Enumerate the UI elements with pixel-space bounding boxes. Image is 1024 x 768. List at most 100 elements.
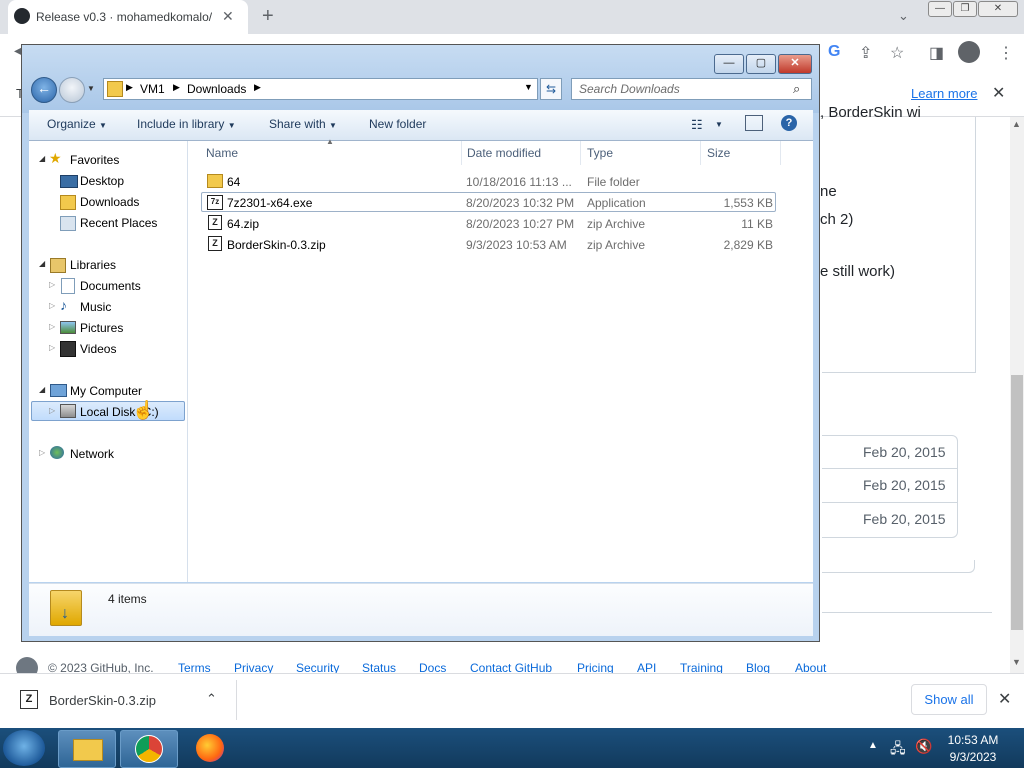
column-header-name[interactable]: Name xyxy=(206,146,238,160)
clock-time[interactable]: 10:53 AM xyxy=(936,733,1010,747)
recent-places-icon xyxy=(60,216,76,231)
share-icon[interactable]: ⇪ xyxy=(859,43,872,63)
organize-button[interactable]: Organize ▼ xyxy=(47,117,107,131)
shelf-close-icon[interactable]: ✕ xyxy=(998,689,1011,709)
share-with-button[interactable]: Share with ▼ xyxy=(269,117,337,131)
forward-button[interactable] xyxy=(59,77,85,103)
preview-pane-icon[interactable] xyxy=(745,115,763,131)
expand-arrow-icon[interactable]: ◢ xyxy=(39,385,45,394)
collapse-arrow-icon[interactable]: ▷ xyxy=(49,343,55,352)
collapse-arrow-icon[interactable]: ▷ xyxy=(49,406,55,415)
nav-music[interactable]: Music xyxy=(80,300,111,314)
side-panel-icon[interactable]: ◨ xyxy=(929,43,944,63)
nav-libraries[interactable]: Libraries xyxy=(70,258,116,272)
tab-close-icon[interactable]: ✕ xyxy=(222,8,234,25)
nav-network[interactable]: Network xyxy=(70,447,114,461)
folder-icon xyxy=(73,739,103,761)
tab-title[interactable]: Release v0.3 · mohamedkomalo/BorderSkin xyxy=(36,10,212,24)
column-separator[interactable] xyxy=(461,141,462,165)
collapse-arrow-icon[interactable]: ▷ xyxy=(49,280,55,289)
google-lens-icon[interactable]: G xyxy=(828,43,840,61)
details-pane xyxy=(29,583,813,636)
collapse-arrow-icon[interactable]: ▷ xyxy=(49,301,55,310)
hand-cursor-icon: ☝ xyxy=(132,400,155,420)
bookmark-star-icon[interactable]: ☆ xyxy=(890,43,904,63)
include-in-library-button[interactable]: Include in library ▼ xyxy=(137,117,236,131)
tray-expand-icon[interactable]: ▲ xyxy=(868,740,878,751)
profile-avatar[interactable] xyxy=(958,41,980,63)
collapse-arrow-icon[interactable]: ▷ xyxy=(49,322,55,331)
explorer-close-button[interactable]: ✕ xyxy=(778,54,812,74)
taskbar-explorer-button[interactable] xyxy=(58,730,116,768)
file-name: 7z2301-x64.exe xyxy=(227,196,313,210)
help-icon[interactable]: ? xyxy=(781,115,797,131)
close-window-button[interactable]: ✕ xyxy=(978,1,1018,17)
column-separator[interactable] xyxy=(700,141,701,165)
column-header-size[interactable]: Size xyxy=(707,146,730,160)
breadcrumb-chevron-icon[interactable]: ▶ xyxy=(254,82,261,93)
nav-favorites[interactable]: Favorites xyxy=(70,153,119,167)
file-type: Application xyxy=(587,196,646,210)
scroll-up-icon[interactable]: ▲ xyxy=(1012,119,1021,129)
breadcrumb-item[interactable]: Downloads xyxy=(187,82,246,96)
breadcrumb-item[interactable]: VM1 xyxy=(140,82,165,96)
expand-arrow-icon[interactable]: ◢ xyxy=(39,259,45,268)
network-tray-icon[interactable]: 🖧 xyxy=(890,738,906,762)
change-view-icon[interactable]: ☷ xyxy=(691,117,703,133)
clock-date[interactable]: 9/3/2023 xyxy=(936,750,1010,764)
breadcrumb-chevron-icon[interactable]: ▶ xyxy=(173,82,180,93)
tab-search-chevron-icon[interactable]: ⌄ xyxy=(898,8,909,24)
column-header-date[interactable]: Date modified xyxy=(467,146,541,160)
documents-icon xyxy=(61,278,75,294)
file-date: 9/3/2023 10:53 AM xyxy=(466,238,567,252)
file-type: zip Archive xyxy=(587,217,646,231)
minimize-button[interactable]: — xyxy=(928,1,952,17)
infobar-close-icon[interactable]: ✕ xyxy=(992,83,1005,103)
column-separator[interactable] xyxy=(580,141,581,165)
restore-button[interactable]: ❐ xyxy=(953,1,977,17)
release-text-line: ne xyxy=(820,183,837,200)
explorer-maximize-button[interactable]: ▢ xyxy=(746,54,776,74)
expand-arrow-icon[interactable]: ◢ xyxy=(39,154,45,163)
scroll-down-icon[interactable]: ▼ xyxy=(1012,657,1021,667)
new-folder-button[interactable]: New folder xyxy=(369,117,426,131)
nav-documents[interactable]: Documents xyxy=(80,279,141,293)
nav-my-computer[interactable]: My Computer xyxy=(70,384,142,398)
explorer-minimize-button[interactable]: — xyxy=(714,54,744,74)
column-separator[interactable] xyxy=(780,141,781,165)
recent-pages-chevron-icon[interactable]: ▼ xyxy=(87,84,95,93)
share-label: Share with xyxy=(269,117,326,131)
divider xyxy=(822,612,992,613)
column-header-type[interactable]: Type xyxy=(587,146,613,160)
nav-downloads[interactable]: Downloads xyxy=(80,195,139,209)
taskbar-chrome-button[interactable] xyxy=(120,730,178,768)
search-icon[interactable]: ⌕ xyxy=(793,81,800,97)
zip-file-icon: Z xyxy=(208,215,222,230)
nav-videos[interactable]: Videos xyxy=(80,342,116,356)
menu-kebab-icon[interactable]: ⋮ xyxy=(998,43,1014,63)
favorites-star-icon: ★ xyxy=(49,150,62,166)
show-all-button[interactable]: Show all xyxy=(911,684,987,715)
volume-muted-icon[interactable]: 🔇 xyxy=(915,738,932,755)
address-dropdown-icon[interactable]: ▼ xyxy=(524,82,533,92)
dropdown-arrow-icon: ▼ xyxy=(227,121,236,130)
nav-desktop[interactable]: Desktop xyxy=(80,174,124,188)
refresh-icon[interactable]: ⇆ xyxy=(540,78,562,100)
github-favicon-icon xyxy=(14,8,30,24)
download-options-chevron-icon[interactable]: ⌃ xyxy=(206,691,217,707)
back-button[interactable]: ← xyxy=(31,77,57,103)
download-item-name[interactable]: BorderSkin-0.3.zip xyxy=(49,693,156,708)
collapse-arrow-icon[interactable]: ▷ xyxy=(39,448,45,457)
new-tab-button[interactable]: + xyxy=(262,5,274,28)
start-button[interactable] xyxy=(3,730,45,766)
view-dropdown-icon[interactable]: ▼ xyxy=(715,120,723,129)
downloads-folder-icon xyxy=(60,195,76,210)
learn-more-link[interactable]: Learn more xyxy=(911,86,977,101)
nav-recent-places[interactable]: Recent Places xyxy=(80,216,157,230)
breadcrumb-chevron-icon[interactable]: ▶ xyxy=(126,82,133,93)
firefox-icon[interactable] xyxy=(196,734,224,762)
nav-pictures[interactable]: Pictures xyxy=(80,321,123,335)
page-footer: © 2023 GitHub, Inc. Terms Privacy Securi… xyxy=(0,655,1010,675)
address-bar[interactable] xyxy=(103,78,538,100)
scrollbar-thumb[interactable] xyxy=(1011,375,1023,630)
